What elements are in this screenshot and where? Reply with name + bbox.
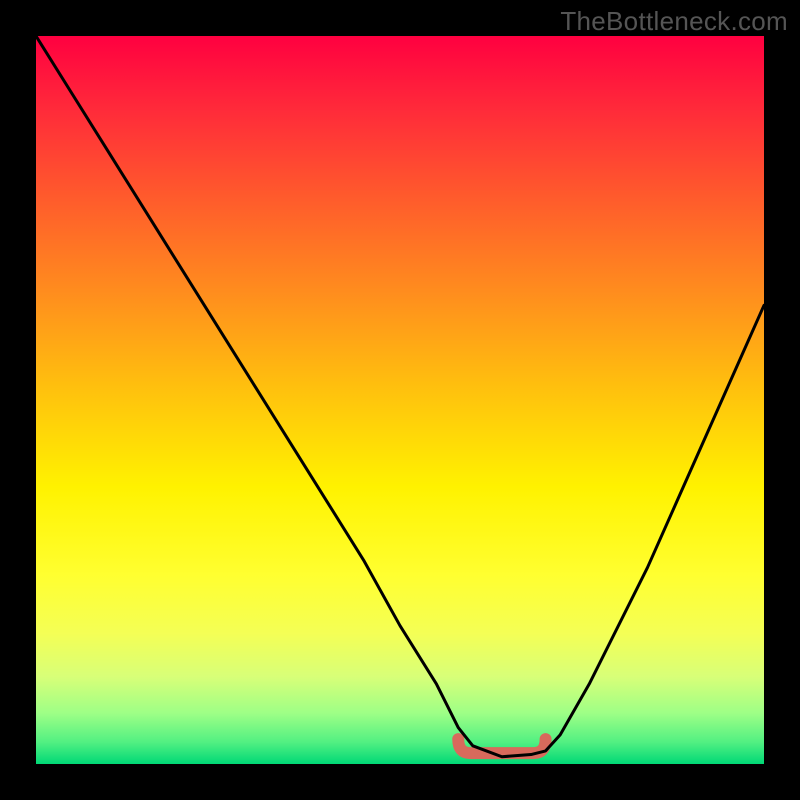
- chart-svg: [36, 36, 764, 764]
- watermark-text: TheBottleneck.com: [560, 6, 788, 37]
- chart-frame: TheBottleneck.com: [0, 0, 800, 800]
- bottleneck-curve: [36, 36, 764, 757]
